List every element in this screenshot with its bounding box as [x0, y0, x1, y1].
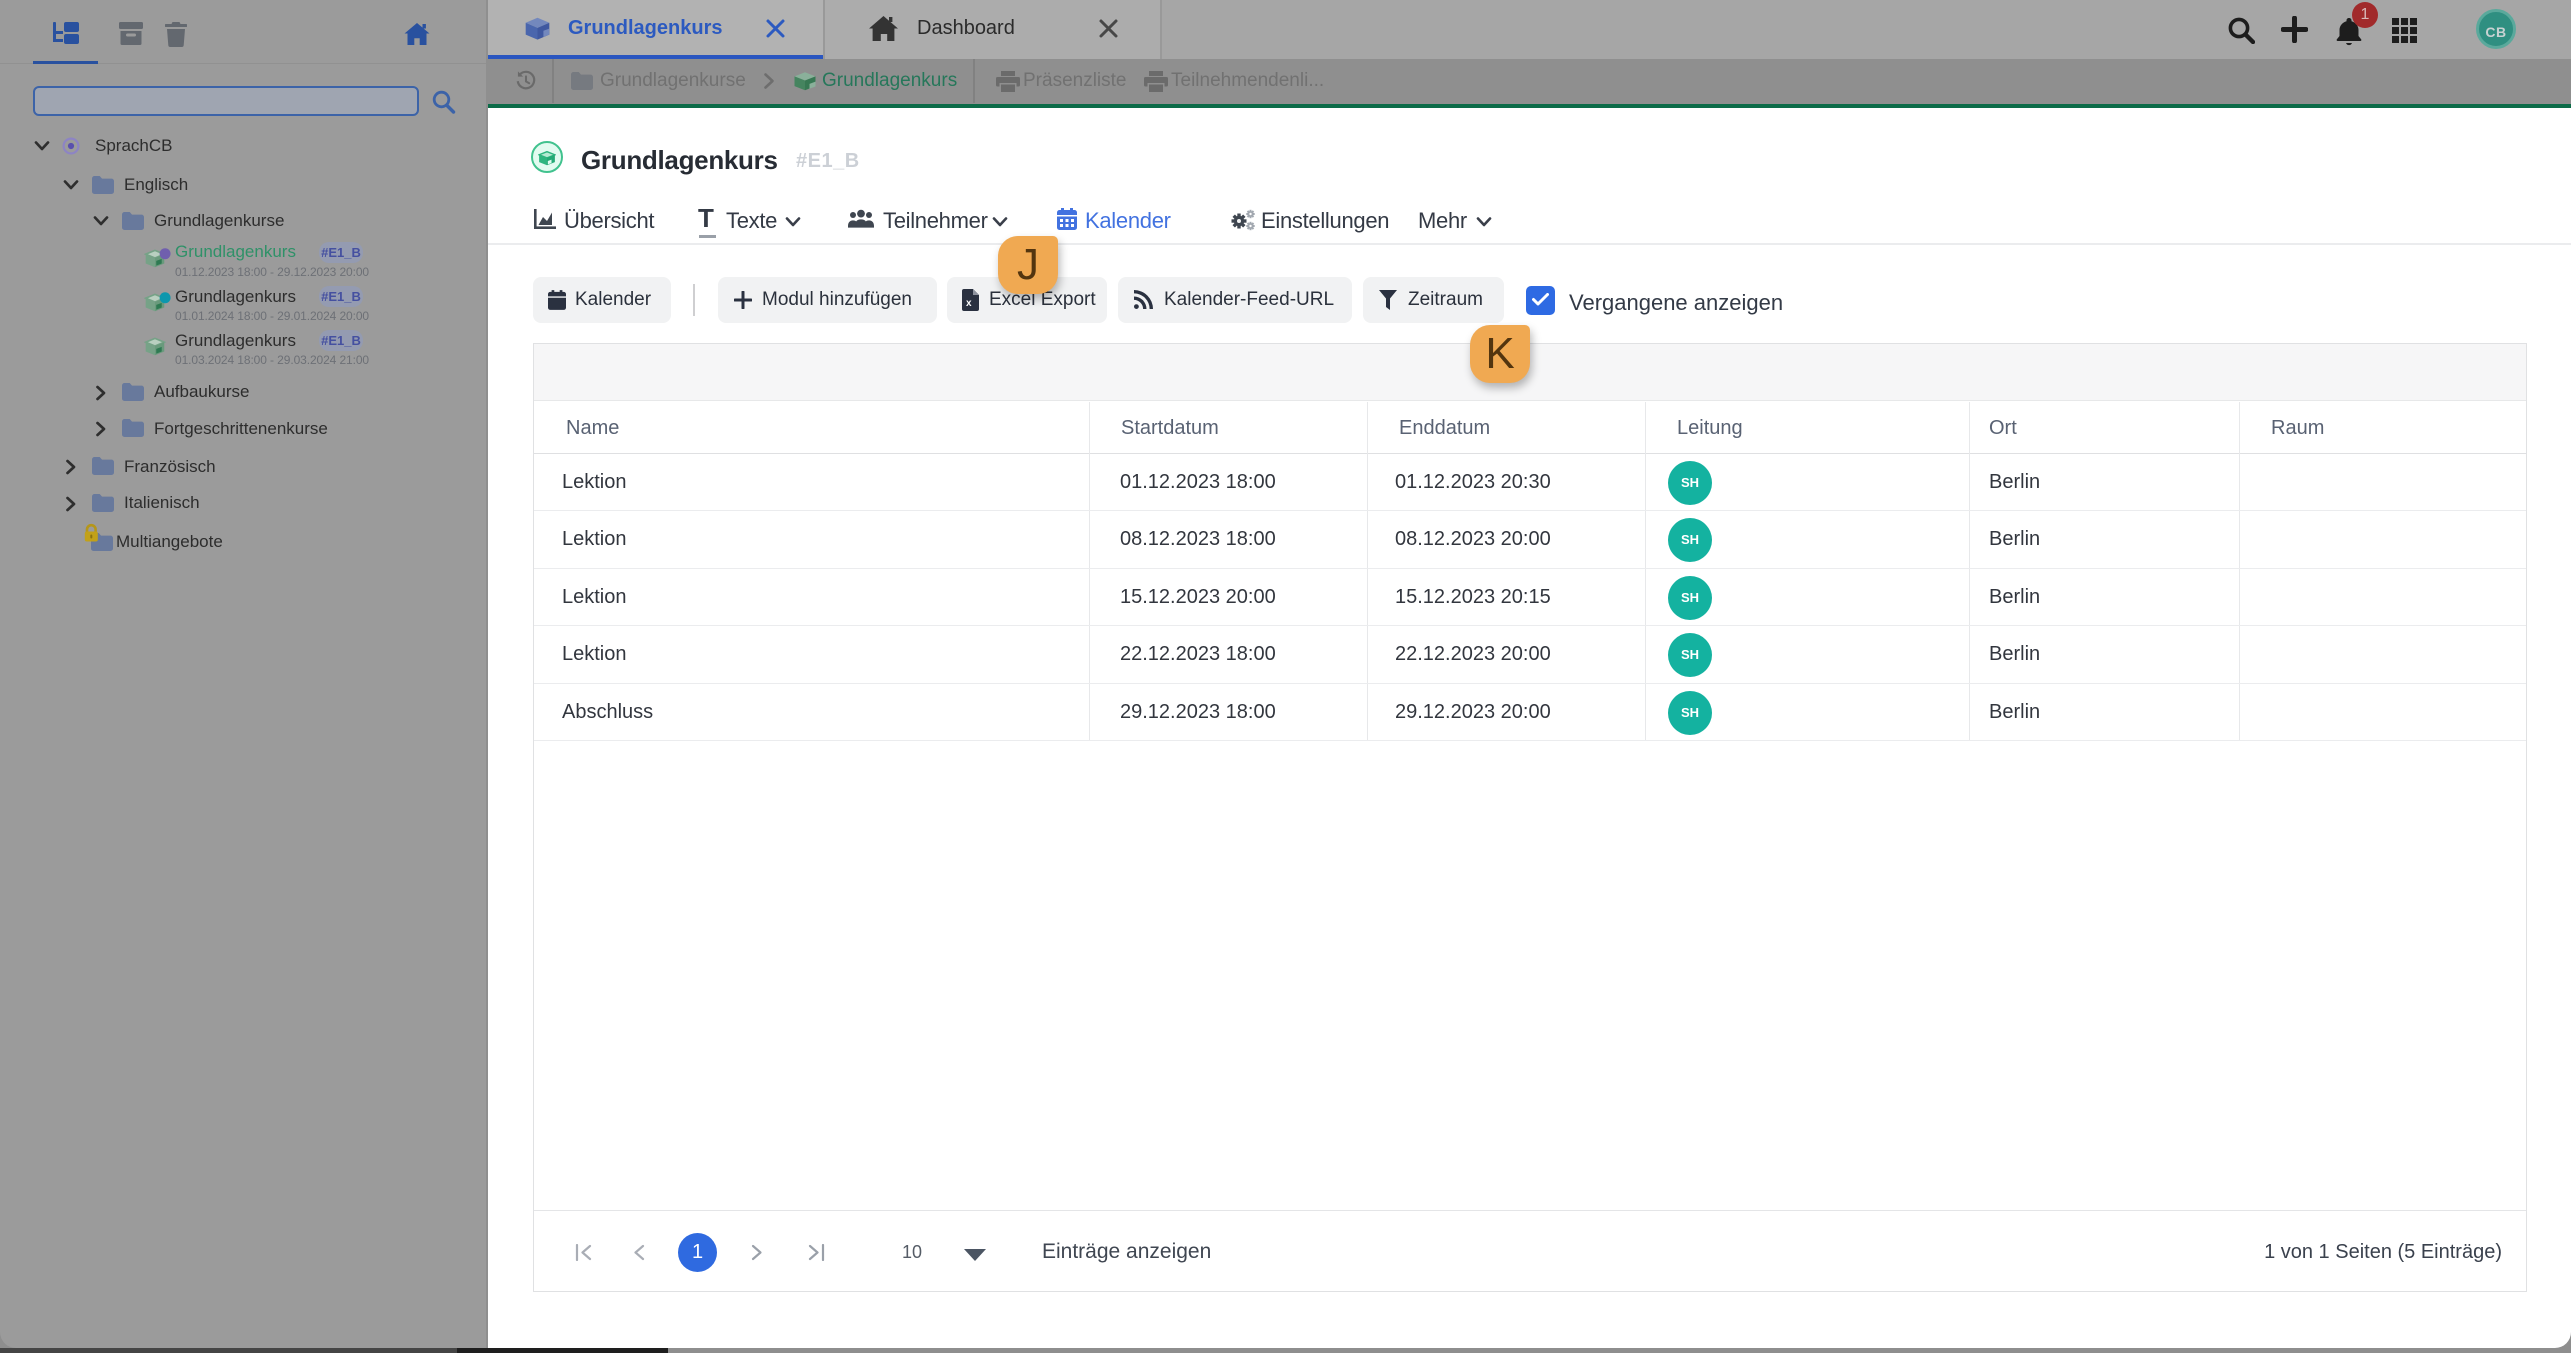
svg-text:x: x — [966, 298, 972, 309]
